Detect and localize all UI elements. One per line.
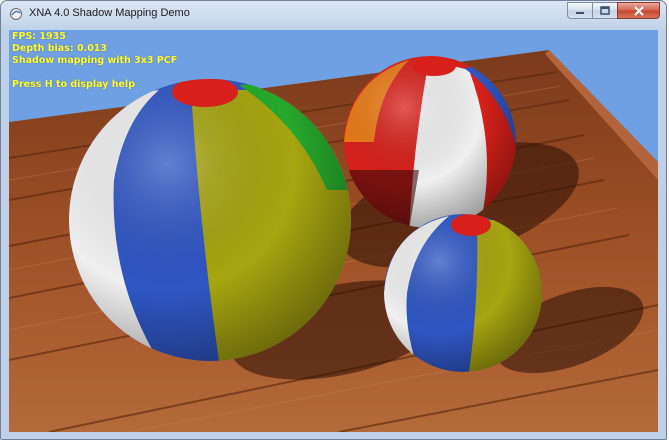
title-bar[interactable]: XNA 4.0 Shadow Mapping Demo [1,1,666,29]
maximize-icon [600,6,610,15]
shadow-mode-readout: Shadow mapping with 3x3 PCF [12,55,178,66]
render-viewport[interactable]: FPS: 1935 Depth bias: 0.013 Shadow mappi… [9,30,658,432]
help-hint: Press H to display help [12,79,135,90]
hud-spacer [12,67,177,79]
maximize-button[interactable] [592,2,617,19]
minimize-icon [576,11,584,14]
hud-overlay: FPS: 1935 Depth bias: 0.013 Shadow mappi… [12,31,177,91]
minimize-button[interactable] [567,2,592,19]
close-button[interactable] [617,2,660,19]
app-window: XNA 4.0 Shadow Mapping Demo FPS: 1935 De… [0,0,667,440]
front-beach-ball [384,214,542,372]
fps-readout: FPS: 1935 [12,31,66,42]
close-icon [633,5,644,16]
depth-bias-readout: Depth bias: 0.013 [12,43,108,54]
app-icon [10,8,22,20]
window-title: XNA 4.0 Shadow Mapping Demo [29,7,190,19]
caption-buttons [567,2,660,20]
